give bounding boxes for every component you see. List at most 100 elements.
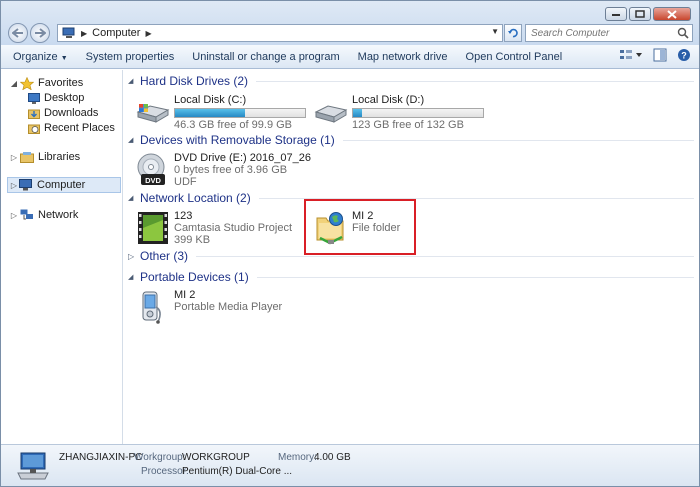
search-icon[interactable] [677, 27, 689, 39]
organize-button[interactable]: Organize ▼ [1, 47, 77, 67]
mi2-device-name: MI 2 [174, 289, 196, 301]
dvd-drive-icon: DVD [137, 153, 165, 185]
collapsed-arrow-icon[interactable]: ▷ [10, 181, 18, 190]
breadcrumb-separator-icon: ▶ [81, 28, 88, 38]
refresh-button[interactable] [504, 24, 522, 42]
group-title: Network Location (2) [140, 191, 251, 205]
refresh-icon [508, 28, 518, 38]
nav-downloads[interactable]: Downloads [28, 105, 98, 121]
window-controls [605, 7, 691, 21]
group-title: Portable Devices (1) [140, 270, 249, 284]
disk-c-usage-bar [174, 108, 306, 118]
disk-c-name: Local Disk (C:) [174, 94, 247, 106]
computer-icon [19, 179, 32, 191]
hard-drive-icon [136, 104, 170, 123]
map-network-drive-button[interactable]: Map network drive [349, 47, 457, 67]
group-title: Hard Disk Drives (2) [140, 74, 249, 88]
dvd-drive-filesystem: UDF [174, 176, 197, 188]
maximize-icon [635, 10, 645, 18]
computer-icon [62, 27, 75, 38]
search-box [525, 24, 693, 42]
address-dropdown-icon[interactable]: ▼ [491, 27, 499, 36]
expanded-arrow-icon[interactable]: ◢ [10, 79, 18, 88]
computer-name: ZHANGJIAXIN-PC [59, 452, 143, 463]
group-divider [256, 276, 694, 278]
recent-places-icon [28, 124, 40, 134]
group-divider [196, 255, 694, 257]
memory-value: 4.00 GB [314, 452, 351, 463]
disk-d-usage-bar [352, 108, 484, 118]
star-icon [20, 76, 34, 90]
close-button[interactable] [653, 7, 691, 21]
hard-drive-icon [314, 105, 348, 123]
nav-favorites[interactable]: ◢ Favorites [10, 75, 83, 91]
nav-recent-places[interactable]: Recent Places [28, 120, 115, 136]
help-icon[interactable]: ? [677, 48, 691, 62]
group-title: Devices with Removable Storage (1) [140, 133, 335, 147]
group-collapsed-icon[interactable]: ▷ [128, 252, 136, 261]
breadcrumb-computer[interactable]: Computer [92, 27, 140, 39]
nav-network[interactable]: ▷ Network [10, 207, 78, 223]
camtasia-project-type: Camtasia Studio Project [174, 222, 292, 234]
view-controls: ? [619, 48, 691, 62]
group-expanded-icon[interactable]: ◢ [128, 194, 136, 202]
maximize-button[interactable] [629, 7, 651, 21]
desktop-icon [28, 92, 40, 104]
mi2-portable-device-item[interactable]: MI 2 Portable Media Player [136, 289, 282, 325]
disk-c-item[interactable]: Local Disk (C:) 46.3 GB free of 99.9 GB [136, 94, 306, 131]
disk-d-name: Local Disk (D:) [352, 94, 425, 106]
disk-d-free-space: 123 GB free of 132 GB [352, 119, 464, 131]
disk-c-usage-fill [175, 109, 246, 117]
group-hard-disk-drives[interactable]: ◢ Hard Disk Drives (2) [128, 73, 694, 89]
libraries-icon [20, 152, 34, 163]
chevron-down-icon: ▼ [60, 54, 68, 62]
group-divider [342, 139, 694, 141]
nav-libraries-label: Libraries [38, 151, 81, 163]
camtasia-project-name: 123 [174, 210, 193, 222]
nav-network-label: Network [38, 209, 79, 221]
workgroup-label: Workgroup: [134, 452, 186, 463]
collapsed-arrow-icon[interactable]: ▷ [10, 153, 18, 162]
disk-d-item[interactable]: Local Disk (D:) 123 GB free of 132 GB [314, 94, 484, 131]
uninstall-program-button[interactable]: Uninstall or change a program [183, 47, 348, 67]
nav-computer[interactable]: ▷ Computer [7, 177, 121, 193]
nav-computer-label: Computer [37, 179, 86, 191]
change-view-icon[interactable] [619, 48, 643, 62]
dvd-badge-text: DVD [145, 176, 161, 185]
group-removable-storage[interactable]: ◢ Devices with Removable Storage (1) [128, 132, 694, 148]
dvd-drive-item[interactable]: DVD DVD Drive (E:) 2016_07_26 0 bytes fr… [136, 152, 311, 188]
forward-button[interactable] [30, 23, 50, 43]
group-expanded-icon[interactable]: ◢ [128, 273, 136, 281]
open-control-panel-button[interactable]: Open Control Panel [457, 47, 572, 67]
collapsed-arrow-icon[interactable]: ▷ [10, 211, 18, 220]
group-portable-devices[interactable]: ◢ Portable Devices (1) [128, 269, 694, 285]
minimize-icon [612, 14, 620, 16]
close-icon [667, 9, 677, 19]
nav-desktop-label: Desktop [44, 92, 85, 104]
group-expanded-icon[interactable]: ◢ [128, 136, 136, 144]
disk-d-usage-fill [353, 109, 363, 117]
preview-pane-icon[interactable] [653, 48, 667, 62]
minimize-button[interactable] [605, 7, 627, 21]
svg-text:?: ? [681, 51, 687, 61]
disk-c-free-space: 46.3 GB free of 99.9 GB [174, 119, 293, 131]
group-other[interactable]: ▷ Other (3) [128, 248, 694, 264]
system-properties-button[interactable]: System properties [77, 47, 184, 67]
search-input[interactable] [526, 25, 674, 41]
group-title: Other (3) [140, 249, 189, 263]
processor-value: Pentium(R) Dual-Core ... [182, 466, 293, 477]
command-bar: Organize ▼ System properties Uninstall o… [1, 45, 699, 69]
portable-media-player-icon [142, 291, 161, 324]
arrow-left-icon [12, 28, 23, 38]
back-button[interactable] [8, 23, 28, 43]
group-divider [256, 80, 694, 82]
camtasia-project-item[interactable]: 123 Camtasia Studio Project 399 KB [136, 210, 292, 246]
nav-desktop[interactable]: Desktop [28, 90, 84, 106]
group-expanded-icon[interactable]: ◢ [128, 77, 136, 85]
arrow-right-icon [35, 28, 46, 38]
nav-libraries[interactable]: ▷ Libraries [10, 149, 80, 165]
highlight-annotation [304, 199, 416, 255]
address-bar[interactable]: ▶ Computer ▶ ▼ [57, 24, 503, 42]
breadcrumb-chevron-icon[interactable]: ▶ [145, 29, 151, 38]
workgroup-value: WORKGROUP [182, 452, 250, 463]
